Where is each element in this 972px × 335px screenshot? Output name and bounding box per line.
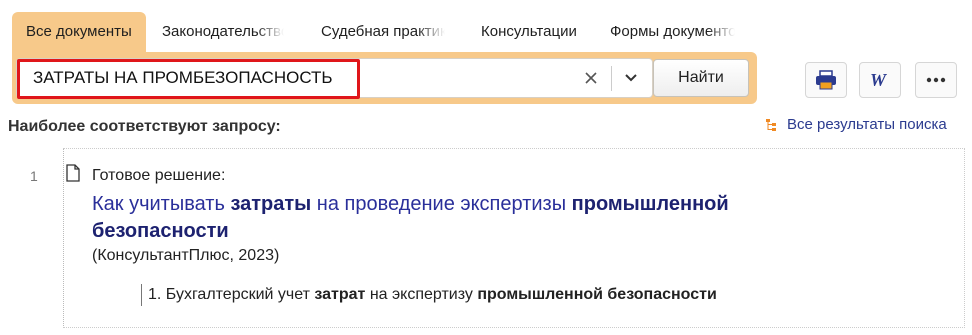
more-button[interactable] — [915, 62, 957, 98]
section-text[interactable]: на экспертизу — [365, 286, 477, 303]
result-kind: Готовое решение: — [92, 167, 226, 184]
tab-consultations[interactable]: Консультации — [481, 12, 577, 52]
tab-legislation[interactable]: Законодательство — [162, 12, 284, 52]
section-keyword[interactable]: затрат — [314, 286, 365, 303]
search-query-text[interactable]: ЗАТРАТЫ НА ПРОМБЕЗОПАСНОСТЬ — [33, 59, 333, 97]
headline-text[interactable]: на проведение экспертизы — [311, 193, 571, 215]
svg-text:W: W — [870, 70, 888, 90]
result-section-link[interactable]: 1. Бухгалтерский учет затрат на эксперти… — [141, 284, 717, 306]
result-number: 1 — [30, 168, 38, 184]
print-button[interactable] — [805, 62, 847, 98]
tab-all-documents[interactable]: Все документы — [12, 12, 146, 52]
document-icon — [66, 164, 80, 187]
close-icon — [585, 72, 597, 84]
search-history-dropdown[interactable] — [615, 65, 647, 91]
all-results-link[interactable]: Все результаты поиска — [765, 116, 947, 133]
print-icon — [816, 70, 836, 90]
tab-document-forms[interactable]: Формы документов — [610, 12, 735, 52]
all-results-label[interactable]: Все результаты поиска — [787, 116, 947, 133]
result-source: (КонсультантПлюс, 2023) — [92, 247, 280, 264]
section-text[interactable]: 1. Бухгалтерский учет — [148, 286, 314, 303]
divider — [611, 66, 612, 91]
section-keyword[interactable]: промышленной безопасности — [477, 286, 716, 303]
more-icon — [926, 77, 946, 83]
scroll-handle[interactable]: ⋮ — [967, 183, 972, 197]
result-headline-link[interactable]: Как учитывать затраты на проведение эксп… — [92, 191, 812, 245]
headline-text[interactable]: Как учитывать — [92, 193, 230, 215]
search-input[interactable]: ЗАТРАТЫ НА ПРОМБЕЗОПАСНОСТЬ — [16, 58, 653, 99]
find-button[interactable]: Найти — [653, 59, 749, 97]
tab-court-practice[interactable]: Судебная практика — [321, 12, 445, 52]
tab-bar: Все документы Законодательство Судебная … — [12, 12, 752, 52]
search-panel: ЗАТРАТЫ НА ПРОМБЕЗОПАСНОСТЬ Найти — [12, 52, 757, 104]
headline-keyword[interactable]: затраты — [230, 193, 311, 215]
tree-results-icon — [766, 118, 776, 131]
export-word-button[interactable]: W — [859, 62, 901, 98]
chevron-down-icon — [625, 74, 637, 82]
results-heading: Наиболее соответствуют запросу: — [8, 118, 281, 135]
clear-search-button[interactable] — [578, 65, 604, 91]
word-export-icon: W — [870, 70, 888, 90]
